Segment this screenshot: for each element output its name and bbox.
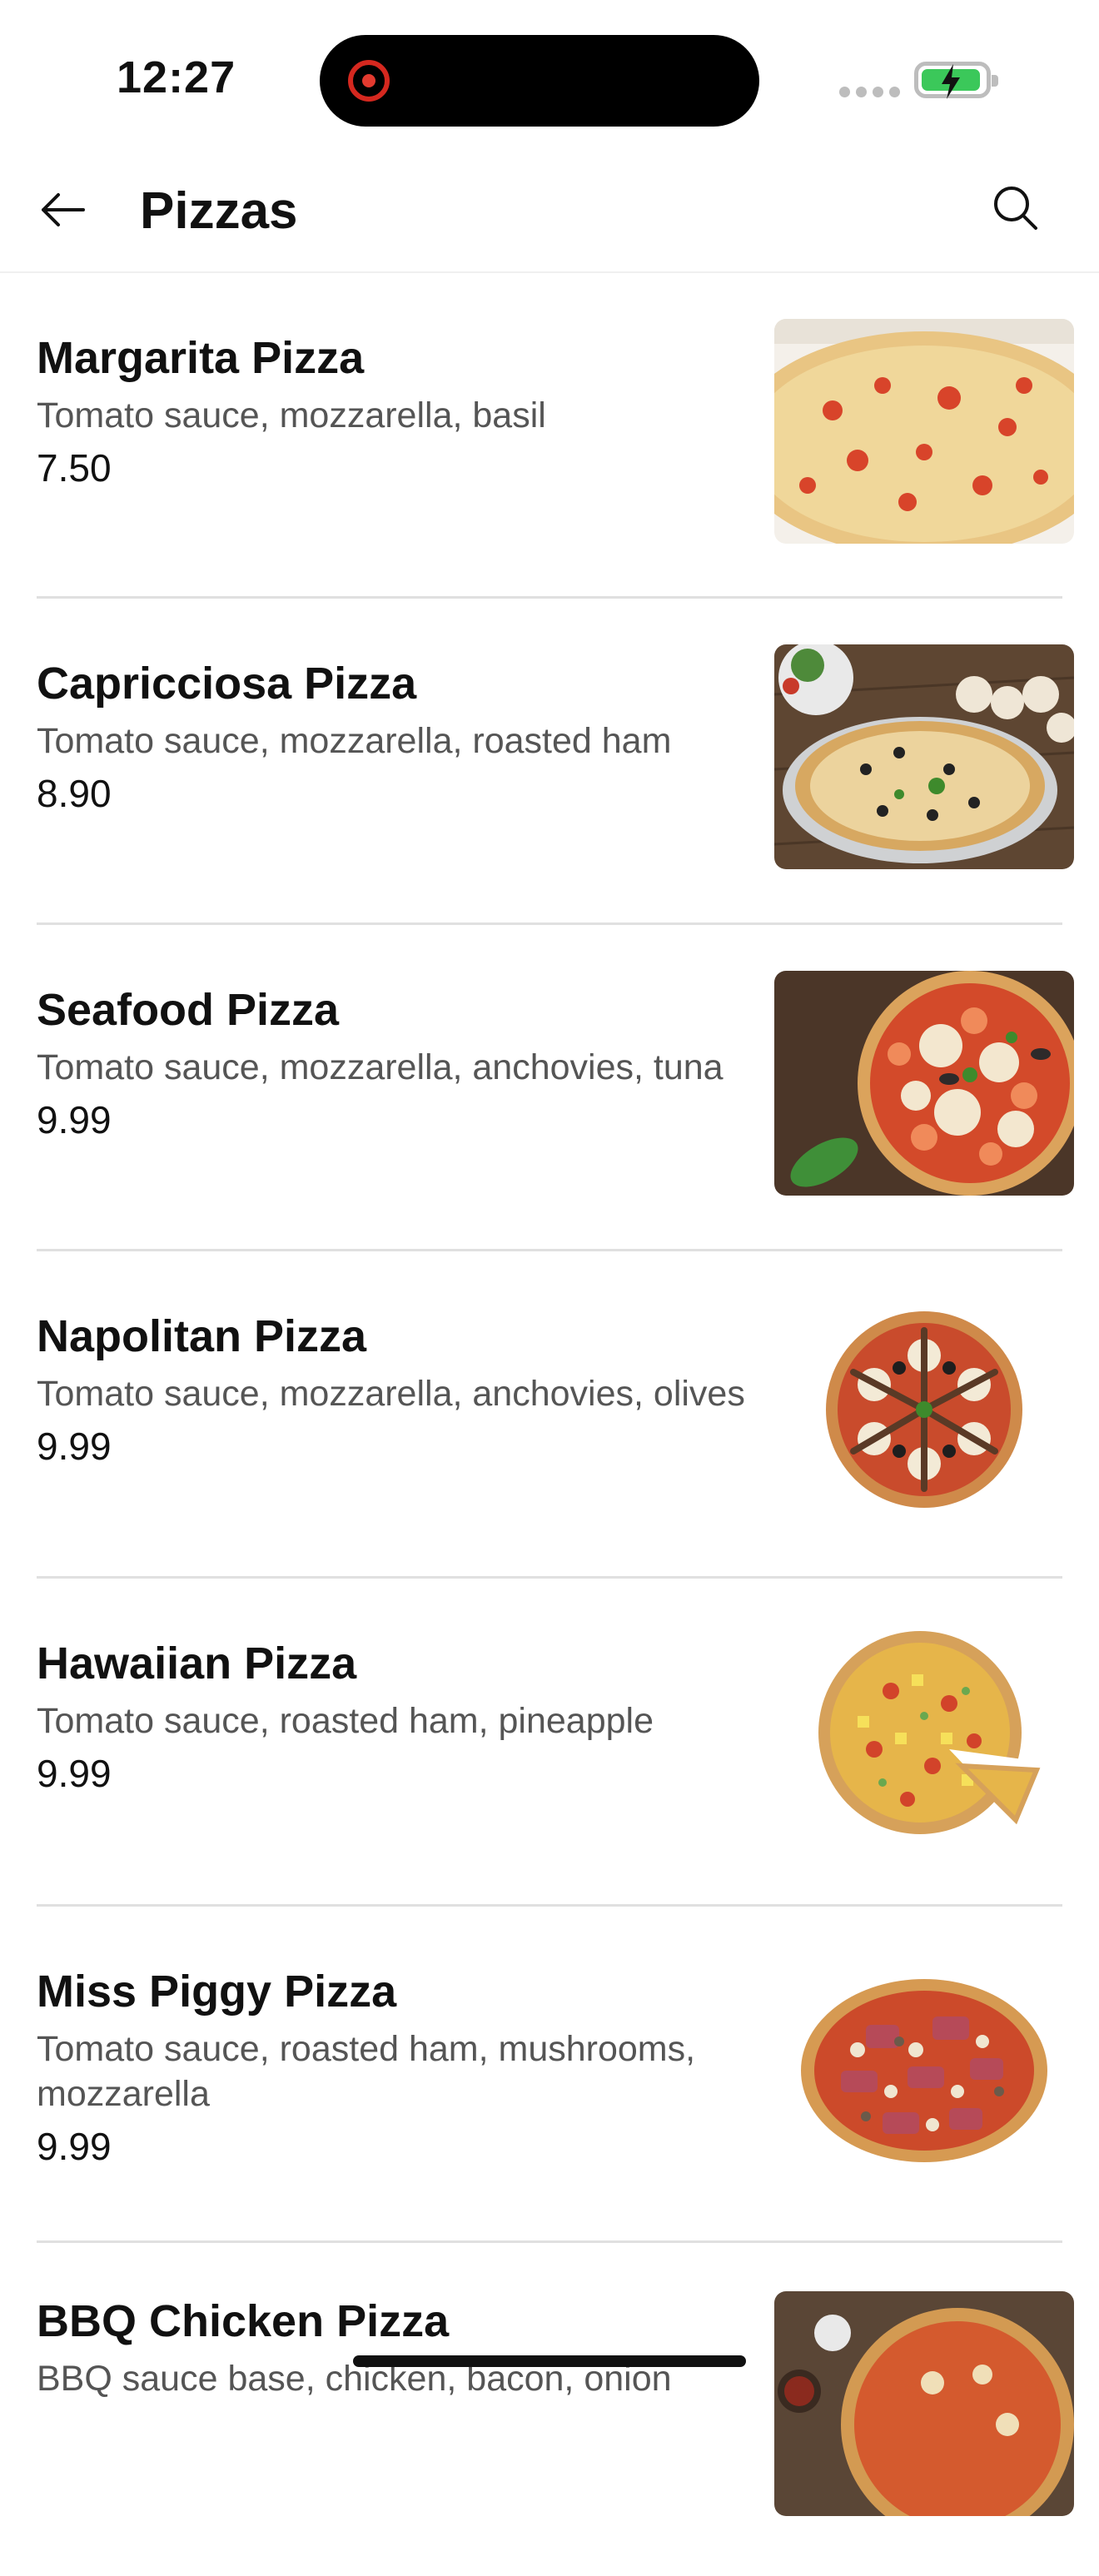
dynamic-island: [320, 35, 759, 127]
pizza-item-miss-piggy[interactable]: Miss Piggy Pizza Tomato sauce, roasted h…: [37, 1907, 1074, 2243]
pizza-name: Napolitan Pizza: [37, 1311, 367, 1361]
pizza-item-bbq-chicken[interactable]: BBQ Chicken Pizza BBQ sauce base, chicke…: [37, 2243, 1074, 2576]
home-indicator: [353, 2355, 746, 2367]
pizza-description: Tomato sauce, mozzarella, anchovies, tun…: [37, 1047, 724, 1087]
pizza-image: [774, 2291, 1074, 2516]
pizza-description: Tomato sauce, roasted ham, pineapple: [37, 1701, 654, 1741]
search-icon: [994, 186, 1037, 230]
pizza-item-hawaiian[interactable]: Hawaiian Pizza Tomato sauce, roasted ham…: [37, 1579, 1074, 1907]
pizza-item-napolitan[interactable]: Napolitan Pizza Tomato sauce, mozzarella…: [37, 1251, 1074, 1579]
pizza-image: [774, 644, 1074, 869]
pizza-description: Tomato sauce, mozzarella, anchovies, oli…: [37, 1374, 745, 1414]
status-bar: 12:27: [0, 0, 1099, 158]
pizza-image: [774, 1624, 1074, 1849]
pizza-price: 9.99: [37, 1098, 112, 1141]
pizza-description: Tomato sauce, mozzarella, roasted ham: [37, 721, 672, 761]
page-title: Pizzas: [140, 182, 298, 240]
record-icon: [348, 60, 390, 102]
search-button[interactable]: [989, 182, 1042, 235]
pizza-name: Miss Piggy Pizza: [37, 1967, 397, 2017]
back-button[interactable]: [37, 183, 90, 236]
pizza-list: Margarita Pizza Tomato sauce, mozzarella…: [0, 273, 1099, 2576]
app-header: Pizzas: [0, 158, 1099, 273]
pizza-name: Capricciosa Pizza: [37, 659, 417, 709]
signal-icon: [839, 87, 906, 102]
pizza-price: 9.99: [37, 2125, 112, 2168]
pizza-price: 8.90: [37, 772, 112, 815]
pizza-name: Seafood Pizza: [37, 985, 340, 1035]
pizza-item-capricciosa[interactable]: Capricciosa Pizza Tomato sauce, mozzarel…: [37, 599, 1074, 925]
pizza-image: [774, 1297, 1074, 1522]
pizza-name: Hawaiian Pizza: [37, 1639, 357, 1688]
battery-charging-icon: [914, 62, 998, 99]
pizza-price: 7.50: [37, 446, 112, 490]
pizza-name: BBQ Chicken Pizza: [37, 2296, 450, 2346]
status-time: 12:27: [117, 52, 236, 102]
pizza-image: [774, 319, 1074, 544]
pizza-description: Tomato sauce, mozzarella, basil: [37, 395, 546, 435]
pizza-price: 9.99: [37, 1752, 112, 1795]
arrow-left-icon: [42, 193, 85, 226]
pizza-item-seafood[interactable]: Seafood Pizza Tomato sauce, mozzarella, …: [37, 925, 1074, 1251]
pizza-name: Margarita Pizza: [37, 333, 365, 383]
pizza-image: [774, 1958, 1074, 2183]
pizza-description: Tomato sauce, roasted ham, mushrooms, mo…: [37, 2029, 696, 2114]
pizza-image: [774, 971, 1074, 1196]
pizza-item-margarita[interactable]: Margarita Pizza Tomato sauce, mozzarella…: [37, 273, 1074, 599]
pizza-price: 9.99: [37, 1425, 112, 1468]
